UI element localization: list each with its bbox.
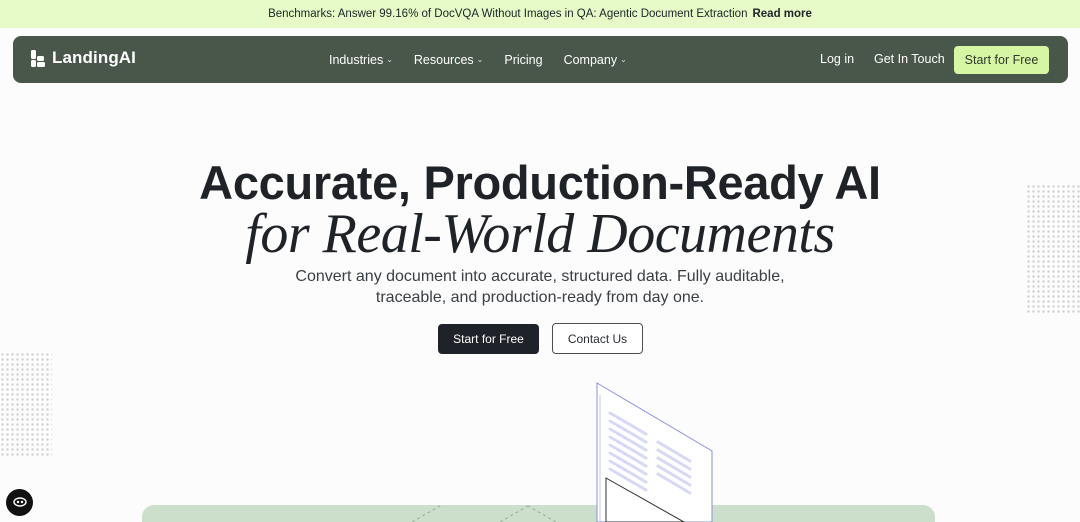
dot-pattern-left xyxy=(0,352,52,456)
menu-pricing-label: Pricing xyxy=(504,52,543,67)
chat-widget-icon xyxy=(12,494,27,512)
hero-subtitle: Convert any document into accurate, stru… xyxy=(295,268,785,306)
document-page-shape xyxy=(596,382,713,522)
menu-industries[interactable]: Industries ⌄ xyxy=(329,53,393,67)
announcement-banner: Benchmarks: Answer 99.16% of DocVQA With… xyxy=(0,0,1080,28)
landingai-logo-icon xyxy=(30,49,46,68)
menu-resources[interactable]: Resources ⌄ xyxy=(414,53,483,67)
start-free-button[interactable]: Start for Free xyxy=(438,324,539,354)
contact-us-button[interactable]: Contact Us xyxy=(552,323,643,354)
nav-start-free-button[interactable]: Start for Free xyxy=(954,46,1049,74)
get-in-touch-link[interactable]: Get In Touch xyxy=(874,52,945,66)
chat-widget-button[interactable] xyxy=(6,489,33,516)
logo[interactable]: LandingAI xyxy=(30,48,136,68)
logo-text: LandingAI xyxy=(52,48,136,67)
top-navigation: LandingAI Industries ⌄ Resources ⌄ Prici… xyxy=(13,36,1068,83)
menu-company[interactable]: Company ⌄ xyxy=(564,53,627,67)
document-text-lines xyxy=(608,411,692,495)
banner-text: Benchmarks: Answer 99.16% of DocVQA With… xyxy=(268,8,748,20)
chevron-down-icon: ⌄ xyxy=(476,55,484,64)
chevron-down-icon: ⌄ xyxy=(620,55,627,64)
menu-pricing[interactable]: Pricing xyxy=(504,53,542,67)
menu-industries-label: Industries xyxy=(329,52,384,67)
demo-card xyxy=(142,505,935,522)
main-menu: Industries ⌄ Resources ⌄ Pricing Company… xyxy=(329,36,648,83)
login-link[interactable]: Log in xyxy=(820,52,854,66)
banner-read-more-link[interactable]: Read more xyxy=(752,8,811,20)
menu-resources-label: Resources xyxy=(413,52,474,67)
hero-title-line2: for Real-World Documents xyxy=(245,203,835,265)
chevron-down-icon: ⌄ xyxy=(386,55,393,64)
menu-company-label: Company xyxy=(563,52,618,67)
